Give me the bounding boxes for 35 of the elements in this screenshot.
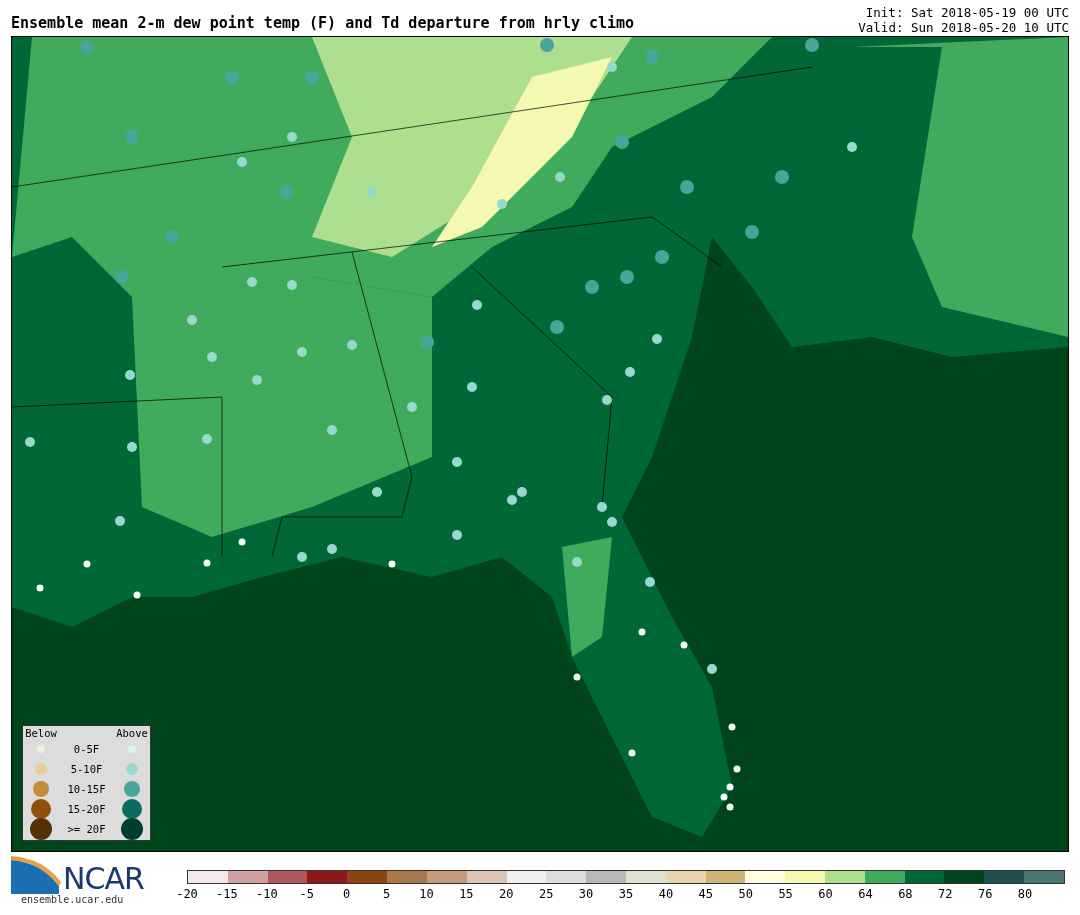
tick-label: 80 [1017,887,1033,901]
tick-label: 68 [898,887,913,901]
logo-wordmark: NCAR [63,864,144,894]
legend-below-header: Below [25,727,57,739]
tick-label: 25 [538,887,554,901]
tick-label: 0 [343,887,351,901]
tick-label: 50 [738,887,753,901]
tick-label: -10 [255,887,278,901]
tick-label: 45 [698,887,714,901]
legend-label: >= 20F [67,823,106,835]
legend-above-header: Above [116,727,148,739]
swoosh-icon [11,856,61,894]
tick-label: -15 [216,887,238,901]
legend-label: 10-15F [67,783,106,795]
tick-label: 5 [382,887,391,901]
legend-label: 15-20F [67,803,106,815]
tick-label: -20 [176,887,198,901]
tick-label: 40 [658,887,674,901]
tick-label: 76 [977,887,993,901]
tick-label: 20 [499,887,514,901]
init-time: Init: Sat 2018-05-19 00 UTC [865,5,1069,20]
tick-label: 60 [818,887,833,901]
tick-label: -5 [299,887,314,901]
valid-time: Valid: Sun 2018-05-20 10 UTC [858,20,1069,35]
tick-label: 64 [858,887,873,901]
chart-title: Ensemble mean 2-m dew point temp (F) and Td departure from hrly climo [11,14,635,34]
tick-label: 15 [459,887,474,901]
legend-label: 5-10F [70,763,103,775]
tick-label: 55 [778,887,793,901]
tick-label: 72 [938,887,953,901]
legend-label: 0-5F [73,743,100,755]
tick-label: 35 [618,887,634,901]
site-url: ensemble.ucar.edu [21,894,125,905]
tick-label: 30 [578,887,594,901]
tick-label: 10 [419,887,434,901]
